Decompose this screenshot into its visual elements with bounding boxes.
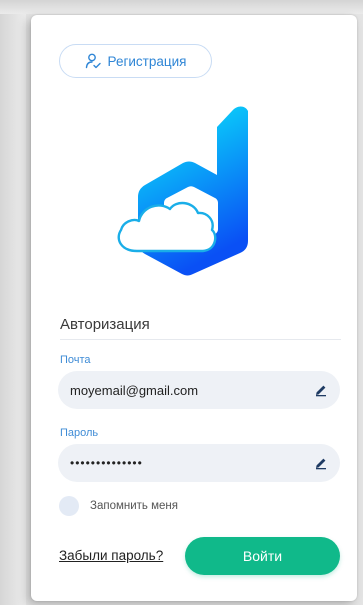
email-label: Почта — [60, 354, 91, 366]
screen-frame: Регистрация Авторизация Почта moyemail@g… — [0, 0, 363, 605]
divider — [60, 339, 341, 340]
auth-title: Авторизация — [60, 316, 150, 333]
remember-me[interactable]: Запомнить меня — [59, 496, 178, 516]
pencil-icon[interactable] — [314, 456, 328, 470]
pencil-icon[interactable] — [314, 383, 328, 397]
register-button[interactable]: Регистрация — [59, 44, 212, 78]
remember-label: Запомнить меня — [90, 500, 178, 512]
forgot-password-link[interactable]: Забыли пароль? — [59, 548, 163, 563]
password-field[interactable]: •••••••••••••• — [58, 444, 340, 482]
app-logo — [109, 101, 269, 277]
password-label: Пароль — [60, 427, 99, 439]
register-button-label: Регистрация — [107, 53, 187, 69]
password-value: •••••••••••••• — [70, 456, 143, 470]
login-card: Регистрация Авторизация Почта moyemail@g… — [31, 15, 357, 601]
login-button[interactable]: Войти — [185, 537, 340, 575]
email-value: moyemail@gmail.com — [70, 382, 199, 398]
user-check-icon — [85, 53, 101, 69]
email-field[interactable]: moyemail@gmail.com — [58, 371, 340, 409]
remember-checkbox[interactable] — [59, 496, 79, 516]
